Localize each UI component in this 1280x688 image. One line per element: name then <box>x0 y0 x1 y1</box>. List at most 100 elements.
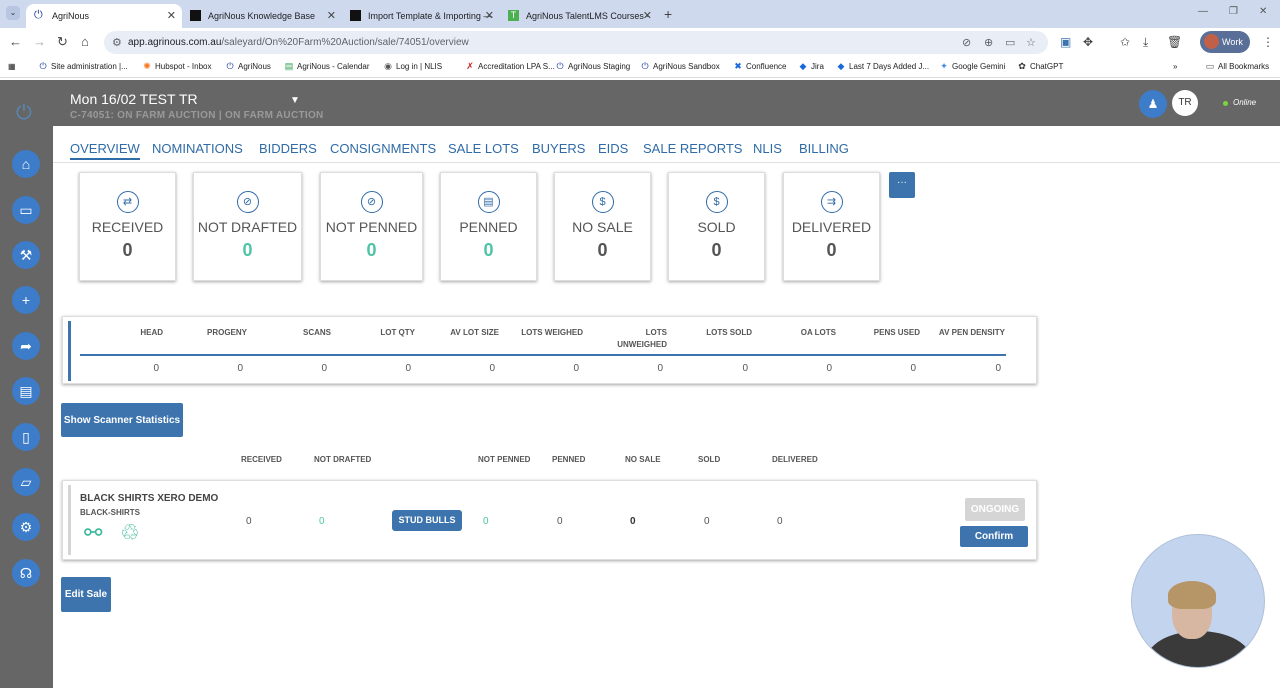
stat-card-no-sale[interactable]: $ NO SALE 0 <box>554 172 651 281</box>
stat-card-not-drafted[interactable]: ⊘ NOT DRAFTED 0 <box>193 172 302 281</box>
forward-icon[interactable]: → <box>33 34 46 49</box>
zoom-icon[interactable]: ⊕ <box>984 36 993 49</box>
bookmark-star-icon[interactable]: ☆ <box>1026 36 1036 49</box>
apps-grid-icon[interactable]: ▦ <box>8 62 16 71</box>
tab-sale-lots[interactable]: SALE LOTS <box>448 141 519 156</box>
ear-tag-icon[interactable]: ⚯ <box>84 521 112 545</box>
user-icon[interactable]: ♟ <box>1139 90 1167 118</box>
agrinous-logo[interactable]: ⏻ <box>16 102 36 124</box>
back-icon[interactable]: ← <box>9 34 22 49</box>
extension-badge-icon[interactable]: ▣ <box>1060 35 1071 49</box>
close-tab-icon[interactable]: ✕ <box>485 9 494 22</box>
reload-icon[interactable]: ↻ <box>57 34 68 50</box>
consignment-accent-bar <box>68 485 71 555</box>
close-window-icon[interactable]: ✕ <box>1259 6 1267 17</box>
cast-icon[interactable]: ▭ <box>1005 36 1015 49</box>
browser-tab-agrinous[interactable]: ⏻ AgriNous ✕ <box>26 4 182 28</box>
bookmark-confluence[interactable]: ✖ Confluence <box>733 61 786 71</box>
close-tab-icon[interactable]: ✕ <box>643 9 652 22</box>
browser-tab-knowledge-base[interactable]: AgriNous Knowledge Base ✕ <box>182 4 342 28</box>
bookmark-google-gemini[interactable]: ✦ Google Gemini <box>939 61 1005 71</box>
bookmark-agrinous[interactable]: ⏻ AgriNous <box>225 61 270 71</box>
stat-label: PENNED <box>459 219 518 235</box>
hubspot-icon: ✺ <box>143 61 151 71</box>
user-avatar[interactable]: TR <box>1172 90 1198 116</box>
tab-search-icon[interactable]: ⌄ <box>6 6 20 20</box>
bookmark-hubspot[interactable]: ✺ Hubspot - Inbox <box>142 61 211 71</box>
browser-menu-icon[interactable]: ⋮ <box>1262 35 1274 49</box>
new-tab-icon[interactable]: + <box>664 6 672 22</box>
share-forward-icon[interactable]: ➦ <box>12 332 40 360</box>
show-scanner-statistics-button[interactable]: Show Scanner Statistics <box>61 403 183 437</box>
tab-nominations[interactable]: NOMINATIONS <box>152 141 243 156</box>
settings-users-icon[interactable]: ⚙ <box>12 513 40 541</box>
home-icon[interactable]: ⌂ <box>81 34 89 49</box>
more-options-button[interactable]: ··· <box>889 172 915 198</box>
bookmark-agrinous-sandbox[interactable]: ⏻ AgriNous Sandbox <box>640 61 719 71</box>
stat-label: DELIVERED <box>791 219 872 235</box>
bookmark-last-7-days[interactable]: ◆ Last 7 Days Added J... <box>836 61 930 71</box>
stat-card-received[interactable]: ⇄ RECEIVED 0 <box>79 172 176 281</box>
delivered-icon: ⇉ <box>820 191 843 213</box>
consignment-delivered: 0 <box>777 516 783 527</box>
minimize-icon[interactable]: — <box>1198 6 1208 17</box>
consignment-name[interactable]: BLACK SHIRTS XERO DEMO <box>80 493 218 504</box>
close-tab-icon[interactable]: ✕ <box>167 9 176 22</box>
close-tab-icon[interactable]: ✕ <box>327 9 336 22</box>
sale-dropdown-chevron-icon[interactable]: ▼ <box>290 95 300 106</box>
browser-tab-import-template[interactable]: Import Template & Importing — ✕ <box>342 4 500 28</box>
bookmark-nlis[interactable]: ◉ Log in | NLIS <box>383 61 442 71</box>
stat-card-penned[interactable]: ▤ PENNED 0 <box>440 172 537 281</box>
stat-card-sold[interactable]: $ SOLD 0 <box>668 172 765 281</box>
tab-bidders[interactable]: BIDDERS <box>259 141 317 156</box>
tab-billing[interactable]: BILLING <box>799 141 849 156</box>
profile-button[interactable]: Work <box>1200 31 1250 53</box>
bookmark-agrinous-staging[interactable]: ⏻ AgriNous Staging <box>555 61 630 71</box>
add-icon[interactable]: + <box>12 286 40 314</box>
auction-gavel-icon[interactable]: ⚒ <box>12 241 40 269</box>
tab-eids[interactable]: EIDS <box>598 141 628 156</box>
consignment-header: NO SALE <box>625 455 661 464</box>
address-bar[interactable]: ⚙ app.agrinous.com.au/saleyard/On%20Farm… <box>104 31 1048 54</box>
sale-title: Mon 16/02 TEST TR <box>70 91 198 107</box>
stat-label: RECEIVED <box>91 219 164 235</box>
stat-card-not-penned[interactable]: ⊘ NOT PENNED 0 <box>320 172 423 281</box>
consignment-header: SOLD <box>698 455 721 464</box>
tracking-icon[interactable]: ⊘ <box>962 36 971 49</box>
ongoing-status-badge: ONGOING <box>965 498 1025 521</box>
bookmark-chatgpt[interactable]: ✿ ChatGPT <box>1017 61 1063 71</box>
favorites-icon[interactable]: ✩ <box>1120 35 1130 49</box>
bookmark-agrinous-calendar[interactable]: ▤ AgriNous - Calendar <box>284 61 370 71</box>
id-card-icon[interactable]: ▤ <box>12 377 40 405</box>
restore-icon[interactable]: ❐ <box>1229 6 1238 17</box>
stat-card-delivered[interactable]: ⇉ DELIVERED 0 <box>783 172 880 281</box>
all-bookmarks[interactable]: ▭ All Bookmarks <box>1205 61 1269 71</box>
tab-nlis[interactable]: NLIS <box>753 141 782 156</box>
bookmark-accreditation-lpa[interactable]: ✗ Accreditation LPA S... <box>465 61 555 71</box>
tab-consignments[interactable]: CONSIGNMENTS <box>330 141 436 156</box>
tab-buyers[interactable]: BUYERS <box>532 141 585 156</box>
more-bookmarks-icon[interactable]: » <box>1173 62 1177 71</box>
tab-title: AgriNous TalentLMS Courses - <box>526 11 650 21</box>
edit-sale-button[interactable]: Edit Sale <box>61 577 111 612</box>
tab-sale-reports[interactable]: SALE REPORTS <box>643 141 742 156</box>
browser-tab-talentlms[interactable]: T AgriNous TalentLMS Courses - ✕ <box>500 4 658 28</box>
download-icon[interactable]: ⤓ <box>1143 35 1148 50</box>
home-icon[interactable]: ⌂ <box>12 150 40 178</box>
bookmark-label: Accreditation LPA S... <box>478 62 555 71</box>
extensions-icon[interactable]: ✥ <box>1083 35 1093 49</box>
tab-overview[interactable]: OVERVIEW <box>70 141 140 160</box>
support-headset-icon[interactable]: ☊ <box>12 559 40 587</box>
recycle-icon[interactable]: ♲ <box>120 521 148 545</box>
site-info-icon[interactable]: ⚙ <box>112 36 122 49</box>
confirm-button[interactable]: Confirm <box>960 526 1028 547</box>
url-host: app.agrinous.com.au <box>128 37 222 48</box>
bookmark-jira[interactable]: ◆ Jira <box>798 61 824 71</box>
folder-icon[interactable]: ▱ <box>12 468 40 496</box>
trash-icon[interactable]: 🗑 <box>1167 35 1182 49</box>
stud-bulls-category-button[interactable]: STUD BULLS <box>392 510 462 531</box>
inbox-icon[interactable]: ▭ <box>12 196 40 224</box>
report-document-icon[interactable]: ▯ <box>12 423 40 451</box>
bookmark-site-administration[interactable]: ⏻ Site administration |... <box>38 61 127 71</box>
stat-label: SOLD <box>697 219 736 235</box>
